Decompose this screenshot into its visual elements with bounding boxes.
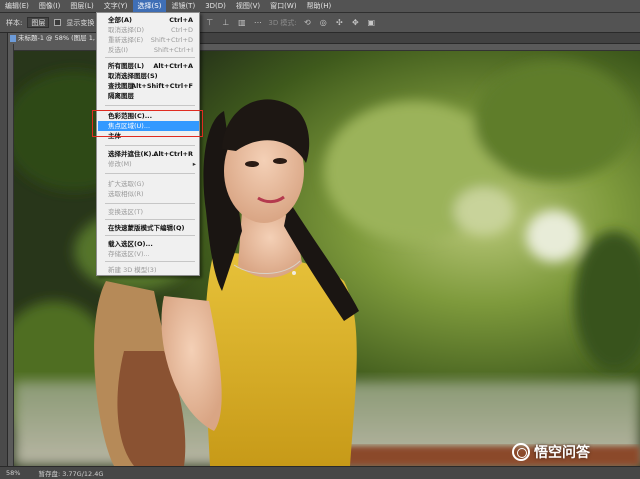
menu-item-deselect-layers[interactable]: 取消选择图层(S)	[98, 71, 199, 81]
menu-item-all-layers[interactable]: 所有图层(L) Alt+Ctrl+A	[98, 61, 199, 71]
menu-separator	[105, 219, 195, 220]
menu-separator	[105, 145, 195, 146]
menu-item-isolate-layers[interactable]: 隔离图层	[98, 91, 199, 101]
menu-item-find-layers[interactable]: 查找图层 Alt+Shift+Ctrl+F	[98, 81, 199, 91]
tools-panel	[0, 33, 8, 466]
distribute-icon[interactable]: ▥	[236, 17, 247, 28]
menu-item-load-selection[interactable]: 载入选区(O)...	[98, 239, 199, 249]
select-menu-dropdown: 全部(A) Ctrl+A 取消选择(D) Ctrl+D 重新选择(E) Shift+C…	[96, 12, 200, 276]
document-icon	[10, 35, 16, 42]
scale-3d-icon[interactable]: ▣	[366, 17, 377, 28]
slide-3d-icon[interactable]: ✥	[350, 17, 361, 28]
menu-image[interactable]: 图像(I)	[34, 0, 66, 13]
annotation-highlight-box	[92, 110, 203, 137]
menu-type[interactable]: 文字(Y)	[99, 0, 133, 13]
zoom-level[interactable]: 58%	[6, 469, 20, 477]
show-transform-label: 显示变换	[66, 18, 95, 27]
more-options-icon[interactable]: ⋯	[252, 17, 263, 28]
wukong-logo-icon	[512, 443, 530, 461]
menu-item-quick-mask[interactable]: 在快速蒙版模式下编辑(Q)	[98, 223, 199, 233]
menu-3d[interactable]: 3D(D)	[200, 0, 231, 13]
menu-edit[interactable]: 编辑(E)	[0, 0, 34, 13]
menu-item-inverse[interactable]: 反选(I) Shift+Ctrl+I	[98, 45, 199, 55]
watermark-text: 悟空问答	[534, 445, 590, 461]
sample-label: 样本:	[6, 18, 23, 27]
menu-item-new-3d-extrusion[interactable]: 新建 3D 模型(3)	[98, 265, 199, 275]
align-middle-icon[interactable]: ⊥	[220, 17, 231, 28]
menu-item-similar[interactable]: 选取相似(R)	[98, 189, 199, 199]
menu-separator	[105, 235, 195, 236]
show-transform-checkbox[interactable]	[54, 19, 62, 26]
mode-3d-label: 3D 模式:	[268, 18, 297, 27]
menu-view[interactable]: 视图(V)	[231, 0, 265, 13]
menu-separator	[105, 203, 195, 204]
align-top-icon[interactable]: ⊤	[204, 17, 215, 28]
watermark: 悟空问答	[512, 442, 590, 462]
menu-item-reselect[interactable]: 重新选择(E) Shift+Ctrl+D	[98, 35, 199, 45]
menu-select[interactable]: 选择(S)	[132, 0, 167, 13]
menu-separator	[105, 261, 195, 262]
menu-item-transform-selection[interactable]: 变换选区(T)	[98, 207, 199, 217]
menu-separator	[105, 173, 195, 174]
submenu-arrow-icon: ▸	[192, 160, 196, 168]
menu-item-select-all[interactable]: 全部(A) Ctrl+A	[98, 15, 199, 25]
menu-item-save-selection[interactable]: 存储选区(V)...	[98, 249, 199, 259]
status-bar: 58% 暂存盘: 3.77G/12.4G	[0, 466, 640, 479]
pan-3d-icon[interactable]: ✣	[334, 17, 345, 28]
menu-item-deselect[interactable]: 取消选择(D) Ctrl+D	[98, 25, 199, 35]
menu-filter[interactable]: 滤镜(T)	[166, 0, 200, 13]
menu-separator	[105, 57, 195, 58]
menu-layer[interactable]: 图层(L)	[65, 0, 98, 13]
sample-select[interactable]: 图层	[27, 17, 50, 28]
menu-item-modify[interactable]: 修改(M) ▸	[98, 159, 199, 169]
orbit-3d-icon[interactable]: ⟲	[302, 17, 313, 28]
menu-item-grow[interactable]: 扩大选取(G)	[98, 179, 199, 189]
menu-window[interactable]: 窗口(W)	[265, 0, 301, 13]
menu-help[interactable]: 帮助(H)	[302, 0, 337, 13]
roll-3d-icon[interactable]: ◎	[318, 17, 329, 28]
menu-separator	[105, 105, 195, 106]
menu-item-select-and-mask[interactable]: 选择并遮住(K)... Alt+Ctrl+R	[98, 149, 199, 159]
scratch-disk-info: 暂存盘: 3.77G/12.4G	[38, 470, 104, 478]
